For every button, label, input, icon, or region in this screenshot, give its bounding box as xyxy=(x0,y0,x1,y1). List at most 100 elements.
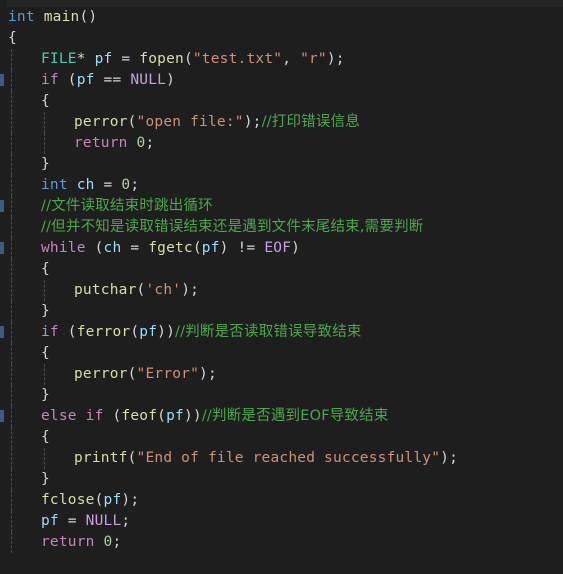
code-line[interactable]: return 0; xyxy=(6,133,563,154)
code-line-text: int ch = 0; xyxy=(41,177,139,193)
code-token: ; xyxy=(112,534,122,550)
indent-guide xyxy=(11,427,12,448)
code-line[interactable]: if (pf == NULL) xyxy=(6,70,563,91)
code-line-text: int main() xyxy=(8,9,97,25)
code-line[interactable]: while (ch = fgetc(pf) != EOF) xyxy=(6,238,563,259)
code-token: ); xyxy=(121,492,140,508)
indent-guide xyxy=(11,406,12,427)
indent-guide xyxy=(11,532,12,553)
indent-guide xyxy=(11,448,12,469)
code-token: printf xyxy=(74,450,128,466)
indent-guide xyxy=(11,196,12,217)
code-token: } xyxy=(41,387,50,403)
code-line-text: if (ferror(pf))//判断是否读取错误导致结束 xyxy=(41,324,362,340)
indent-guide xyxy=(11,490,12,511)
gutter-change-marker[interactable] xyxy=(0,242,4,254)
code-line[interactable]: putchar('ch'); xyxy=(6,280,563,301)
code-token: "End of file reached successfully" xyxy=(136,450,441,466)
code-token: pf xyxy=(139,324,158,340)
code-token: 'ch' xyxy=(145,282,182,298)
indent-guide xyxy=(11,49,12,70)
code-token: ); xyxy=(199,366,217,382)
code-line[interactable]: int main() xyxy=(6,7,563,28)
code-line[interactable]: { xyxy=(6,427,563,448)
code-token: return xyxy=(74,135,128,151)
gutter-change-marker[interactable] xyxy=(0,200,4,212)
code-line-text: while (ch = fgetc(pf) != EOF) xyxy=(41,240,300,256)
code-line[interactable]: int ch = 0; xyxy=(6,175,563,196)
code-line[interactable]: else if (feof(pf))//判断是否遇到EOF导致结束 xyxy=(6,406,563,427)
code-line[interactable]: //但并不知是读取错误结束还是遇到文件末尾结束,需要判断 xyxy=(6,217,563,238)
gutter-change-marker[interactable] xyxy=(0,74,4,86)
code-line-text: perror("Error"); xyxy=(74,366,217,382)
code-token: { xyxy=(8,30,17,46)
gutter-change-marker[interactable] xyxy=(0,410,4,422)
indent-guide xyxy=(11,343,12,364)
code-surface[interactable]: int main() { FILE* pf = fopen("test.txt", … xyxy=(6,7,563,574)
code-token: = xyxy=(58,513,86,529)
code-line[interactable]: { xyxy=(6,28,563,49)
code-line-text: pf = NULL; xyxy=(41,513,130,529)
code-token: NULL xyxy=(130,72,167,88)
code-token: putchar xyxy=(74,282,137,298)
code-line[interactable]: //文件读取结束时跳出循环 xyxy=(6,196,563,217)
indent-guide xyxy=(44,448,45,469)
code-token: } xyxy=(41,156,50,172)
code-line[interactable]: pf = NULL; xyxy=(6,511,563,532)
code-line[interactable]: } xyxy=(6,301,563,322)
indent-guide xyxy=(11,70,12,91)
code-token: = xyxy=(94,177,122,193)
indent-guide xyxy=(11,91,12,112)
code-token: } xyxy=(41,303,50,319)
code-token: () xyxy=(79,9,98,25)
code-line[interactable]: if (ferror(pf))//判断是否读取错误导致结束 xyxy=(6,322,563,343)
editor-top-band xyxy=(0,0,563,7)
code-token: ( xyxy=(130,324,140,340)
indent-guide xyxy=(44,280,45,301)
code-line[interactable]: perror("open file:");//打印错误信息 xyxy=(6,112,563,133)
code-token: ( xyxy=(103,408,122,424)
indent-guide xyxy=(44,133,45,154)
code-token: = xyxy=(112,51,140,67)
indent-guide xyxy=(11,322,12,343)
code-line[interactable]: } xyxy=(6,385,563,406)
code-token: "test.txt" xyxy=(192,51,283,67)
code-line[interactable]: { xyxy=(6,343,563,364)
indent-guide xyxy=(11,154,12,175)
code-line[interactable]: fclose(pf); xyxy=(6,490,563,511)
code-token: ( xyxy=(192,240,202,256)
code-token: { xyxy=(41,429,50,445)
code-line-text: return 0; xyxy=(74,135,154,151)
code-line[interactable]: } xyxy=(6,154,563,175)
code-token: feof xyxy=(121,408,158,424)
code-line[interactable]: FILE* pf = fopen("test.txt", "r"); xyxy=(6,49,563,70)
code-line[interactable]: return 0; xyxy=(6,532,563,553)
code-line-text: else if (feof(pf))//判断是否遇到EOF导致结束 xyxy=(41,408,389,424)
code-token: ( xyxy=(127,366,137,382)
code-line[interactable]: printf("End of file reached successfully… xyxy=(6,448,563,469)
code-token: ch xyxy=(103,240,122,256)
code-token: pf xyxy=(103,492,122,508)
code-token: ( xyxy=(85,240,104,256)
gutter-change-marker[interactable] xyxy=(0,326,4,338)
code-line-text: } xyxy=(41,471,50,487)
code-token: fgetc xyxy=(148,240,193,256)
code-line[interactable]: { xyxy=(6,91,563,112)
code-token: 0 xyxy=(121,177,131,193)
code-line-text: { xyxy=(41,261,50,277)
code-token: , xyxy=(282,51,301,67)
code-line-text: return 0; xyxy=(41,534,121,550)
code-line[interactable]: perror("Error"); xyxy=(6,364,563,385)
indent-guide xyxy=(11,259,12,280)
code-token: perror xyxy=(74,366,128,382)
code-token: main xyxy=(43,9,80,25)
code-line-text: { xyxy=(41,345,50,361)
code-line[interactable]: } xyxy=(6,469,563,490)
code-line[interactable]: { xyxy=(6,259,563,280)
code-editor[interactable]: int main() { FILE* pf = fopen("test.txt", … xyxy=(0,0,563,574)
code-token: ); xyxy=(440,450,459,466)
code-token: ( xyxy=(127,114,137,130)
code-token: { xyxy=(41,345,50,361)
